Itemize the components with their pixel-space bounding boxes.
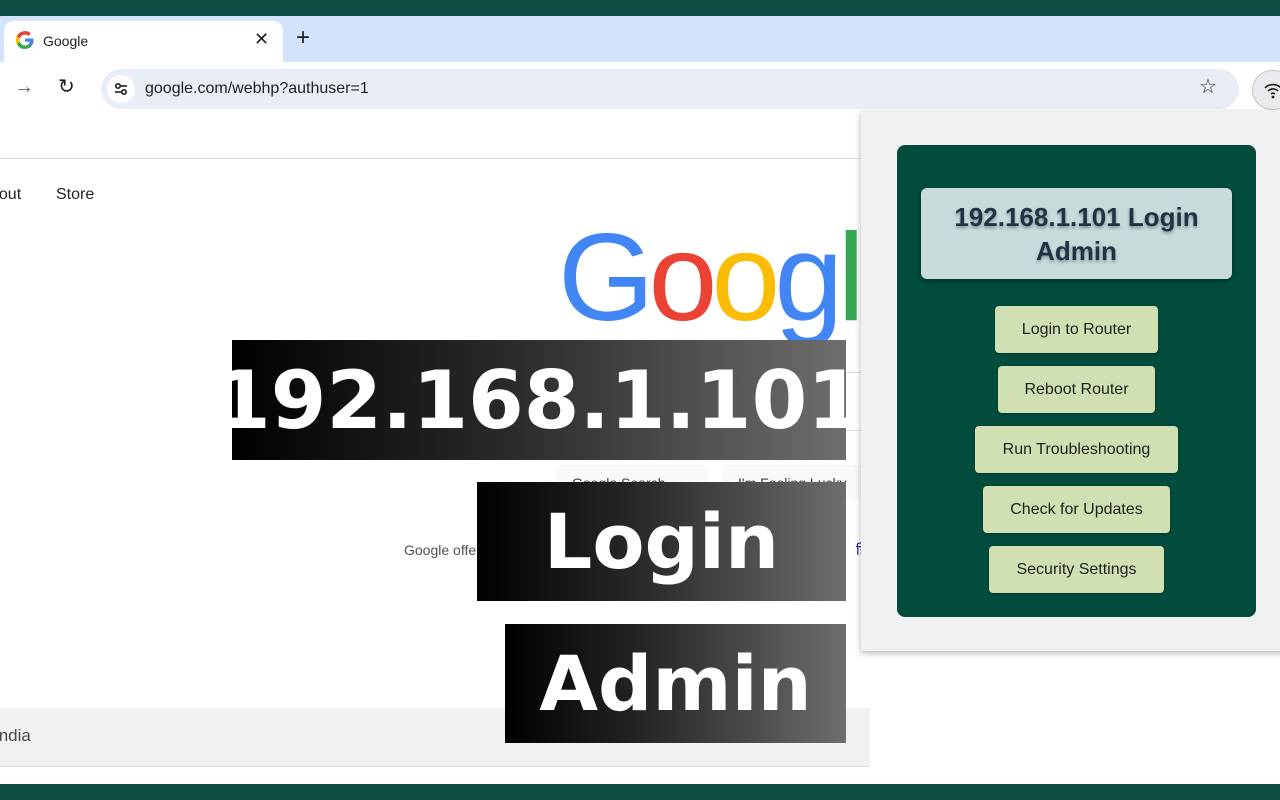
site-info-icon[interactable] [107, 75, 135, 103]
reload-icon[interactable]: ↻ [58, 76, 75, 98]
overlay-ip-banner: 192.168.1.101 [215, 340, 863, 460]
extension-router-icon[interactable] [1252, 70, 1280, 110]
tab-google[interactable]: Google ✕ [4, 21, 283, 62]
url-text[interactable]: google.com/webhp?authuser=1 [145, 80, 369, 98]
frame-top-border [0, 0, 1280, 16]
nav-store-link[interactable]: Store [56, 186, 94, 204]
bookmark-star-icon[interactable]: ☆ [1199, 76, 1217, 98]
forward-icon[interactable]: → [14, 77, 34, 97]
tab-close-icon[interactable]: ✕ [254, 28, 269, 50]
address-bar[interactable]: google.com/webhp?authuser=1 ☆ [101, 69, 1239, 109]
google-favicon [16, 31, 34, 49]
run-troubleshooting-button[interactable]: Run Troubleshooting [975, 426, 1178, 473]
google-logo-letter: o [711, 209, 780, 347]
google-logo-letter: l [837, 209, 864, 347]
frame-bottom-border [0, 784, 1280, 800]
overlay-login-banner: Login [477, 482, 846, 601]
nav-about-link[interactable]: bout [0, 186, 21, 204]
check-for-updates-button[interactable]: Check for Updates [983, 486, 1170, 533]
popup-title: 192.168.1.101 Login Admin [921, 188, 1232, 279]
browser-toolbar: → ↻ google.com/webhp?authuser=1 ☆ [0, 62, 1280, 112]
google-logo-letter: G [558, 209, 654, 347]
popup-panel: 192.168.1.101 Login Admin Login to Route… [897, 145, 1256, 617]
tab-title: Google [43, 33, 89, 49]
footer-country: India [0, 726, 31, 745]
extension-popup: 192.168.1.101 Login Admin Login to Route… [861, 111, 1280, 651]
new-tab-icon[interactable]: + [296, 24, 310, 52]
reboot-router-button[interactable]: Reboot Router [998, 366, 1155, 413]
google-logo-letter: g [774, 209, 843, 347]
google-logo-letter: o [648, 209, 717, 347]
page-top-divider [0, 158, 870, 159]
login-to-router-button[interactable]: Login to Router [995, 306, 1158, 353]
overlay-admin-banner: Admin [505, 624, 846, 743]
security-settings-button[interactable]: Security Settings [989, 546, 1164, 593]
